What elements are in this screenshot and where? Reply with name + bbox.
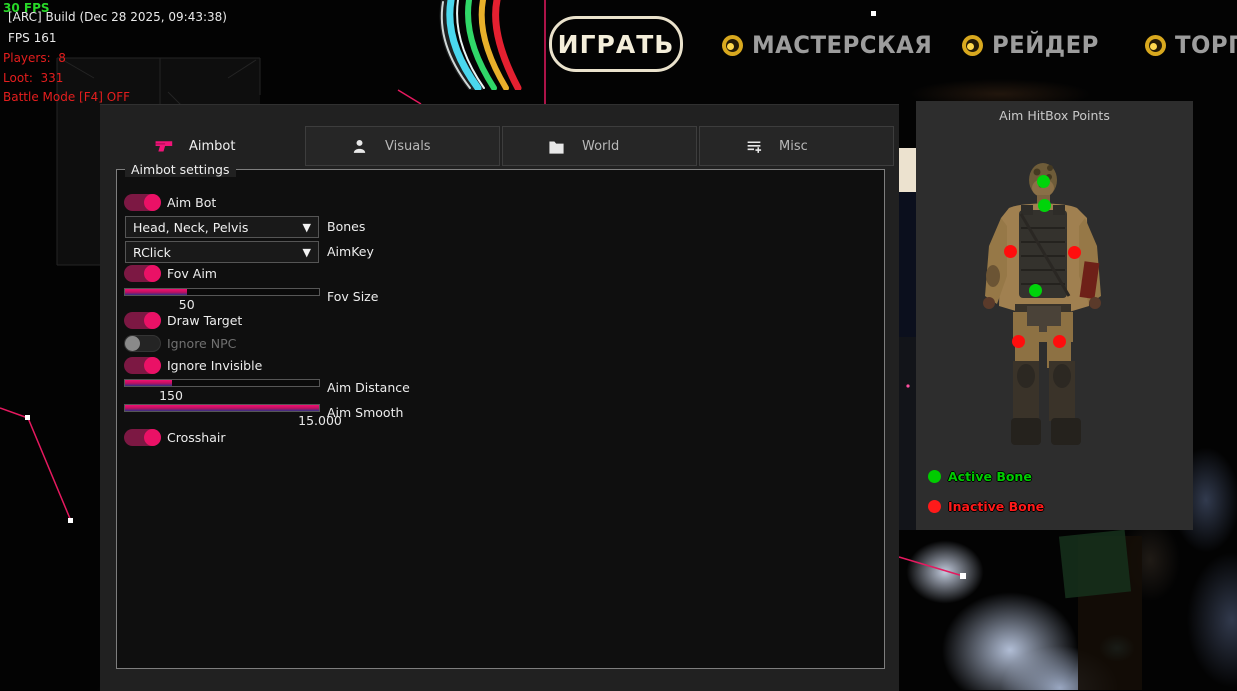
ignore-npc-label: Ignore NPC — [167, 336, 236, 351]
play-button-label: ИГРАТЬ — [558, 30, 675, 59]
ignore-invisible-label: Ignore Invisible — [167, 358, 262, 373]
hitbox-panel-title: Aim HitBox Points — [916, 108, 1193, 123]
hud-players: Players: 8 — [3, 51, 66, 65]
crosshair-label: Crosshair — [167, 430, 225, 445]
legend-label: Active Bone — [948, 469, 1032, 484]
draw-target-label: Draw Target — [167, 313, 242, 328]
draw-target-toggle[interactable] — [124, 312, 161, 329]
slider-track — [124, 288, 320, 296]
ignore-invisible-toggle[interactable] — [124, 357, 161, 374]
slider-track — [124, 379, 320, 387]
toggle-knob — [144, 194, 161, 211]
fov-aim-label: Fov Aim — [167, 266, 217, 281]
pelvis-hitbox-dot — [1029, 284, 1042, 297]
slider-fill — [125, 380, 172, 386]
group-title: Aimbot settings — [125, 162, 236, 177]
left-arm-hitbox-dot — [1004, 245, 1017, 258]
aim-bot-label: Aim Bot — [167, 195, 216, 210]
menu-item-label: МАСТЕРСКАЯ — [752, 31, 932, 59]
menu-item-trader[interactable]: ТОРГО — [1145, 31, 1237, 59]
fov-size-slider[interactable]: 50 — [124, 288, 320, 296]
head-hitbox-dot — [1037, 175, 1050, 188]
chevron-down-icon: ▼ — [303, 221, 311, 234]
aim-distance-slider[interactable]: 150 — [124, 379, 320, 387]
crosshair-toggle[interactable] — [124, 429, 161, 446]
legend-active-bone: Active Bone — [928, 469, 1032, 484]
tab-aimbot[interactable]: Aimbot — [110, 126, 303, 166]
aim-smooth-slider[interactable]: 15.000 — [124, 404, 320, 412]
fov-aim-row: Fov Aim — [100, 265, 899, 287]
aim-smooth-label: Aim Smooth — [327, 405, 403, 420]
right-thigh-hitbox-dot — [1053, 335, 1066, 348]
menu-item-label: РЕЙДЕР — [992, 31, 1099, 59]
toggle-knob — [144, 265, 161, 282]
rainbow-trail-decoration — [428, 0, 548, 90]
person-icon — [350, 137, 369, 156]
tab-misc[interactable]: Misc — [699, 126, 894, 166]
ignore-npc-toggle[interactable] — [124, 335, 161, 352]
aimkey-row: RClick ▼ AimKey — [100, 241, 899, 263]
slider-fill — [125, 405, 319, 411]
inactive-bone-dot-icon — [928, 500, 941, 513]
toggle-knob — [144, 357, 161, 374]
slider-fill — [125, 289, 187, 295]
ignore-invisible-row: Ignore Invisible — [100, 357, 899, 379]
bones-selected-value: Head, Neck, Pelvis — [133, 220, 248, 235]
aim-distance-value: 150 — [159, 388, 183, 403]
pistol-icon — [154, 137, 173, 156]
toggle-knob — [125, 336, 140, 351]
playlist-add-icon — [744, 137, 763, 156]
fov-size-value: 50 — [179, 297, 195, 312]
ignore-npc-row: Ignore NPC — [100, 335, 899, 357]
tab-world[interactable]: World — [502, 126, 697, 166]
aim-distance-label: Aim Distance — [327, 380, 410, 395]
neck-hitbox-dot — [1038, 199, 1051, 212]
tab-label: Misc — [779, 139, 808, 154]
coin-icon — [962, 35, 983, 56]
slider-track — [124, 404, 320, 412]
menu-item-raider[interactable]: РЕЙДЕР — [962, 31, 1104, 59]
fov-size-label: Fov Size — [327, 289, 378, 304]
aimkey-select[interactable]: RClick ▼ — [125, 241, 319, 263]
aim-bot-row: Aim Bot — [100, 194, 899, 216]
bones-label: Bones — [327, 219, 365, 234]
toggle-knob — [144, 312, 161, 329]
tab-visuals[interactable]: Visuals — [305, 126, 500, 166]
hud-battle-mode: Battle Mode [F4] OFF — [3, 90, 130, 104]
hud-build-info: [ARC] Build (Dec 28 2025, 09:43:38) — [8, 10, 227, 24]
folder-icon — [547, 137, 566, 156]
aimkey-selected-value: RClick — [133, 245, 171, 260]
hud-loot: Loot: 331 — [3, 71, 63, 85]
bones-row: Head, Neck, Pelvis ▼ Bones — [100, 216, 899, 238]
bones-select[interactable]: Head, Neck, Pelvis ▼ — [125, 216, 319, 238]
active-bone-dot-icon — [928, 470, 941, 483]
tab-label: Aimbot — [189, 139, 235, 154]
hud-fps: FPS 161 — [8, 31, 56, 45]
legend-inactive-bone: Inactive Bone — [928, 499, 1044, 514]
play-button[interactable]: ИГРАТЬ — [549, 16, 683, 72]
draw-target-row: Draw Target — [100, 312, 899, 334]
crosshair-row: Crosshair — [100, 429, 899, 451]
menu-item-label: ТОРГО — [1175, 31, 1237, 59]
legend-label: Inactive Bone — [948, 499, 1044, 514]
fov-aim-toggle[interactable] — [124, 265, 161, 282]
right-arm-hitbox-dot — [1068, 246, 1081, 259]
left-thigh-hitbox-dot — [1012, 335, 1025, 348]
tab-label: Visuals — [385, 139, 431, 154]
coin-icon — [722, 35, 743, 56]
chevron-down-icon: ▼ — [303, 246, 311, 259]
coin-icon — [1145, 35, 1166, 56]
cheat-menu-panel: Aimbot Visuals World Misc Aimbot setting… — [100, 104, 899, 691]
aim-bot-toggle[interactable] — [124, 194, 161, 211]
screen-marker-dot — [871, 11, 876, 16]
aim-hitbox-panel: Aim HitBox Points — [916, 101, 1193, 530]
menu-item-workshop[interactable]: МАСТЕРСКАЯ — [722, 31, 942, 59]
aimkey-label: AimKey — [327, 244, 374, 259]
tab-label: World — [582, 139, 619, 154]
toggle-knob — [144, 429, 161, 446]
